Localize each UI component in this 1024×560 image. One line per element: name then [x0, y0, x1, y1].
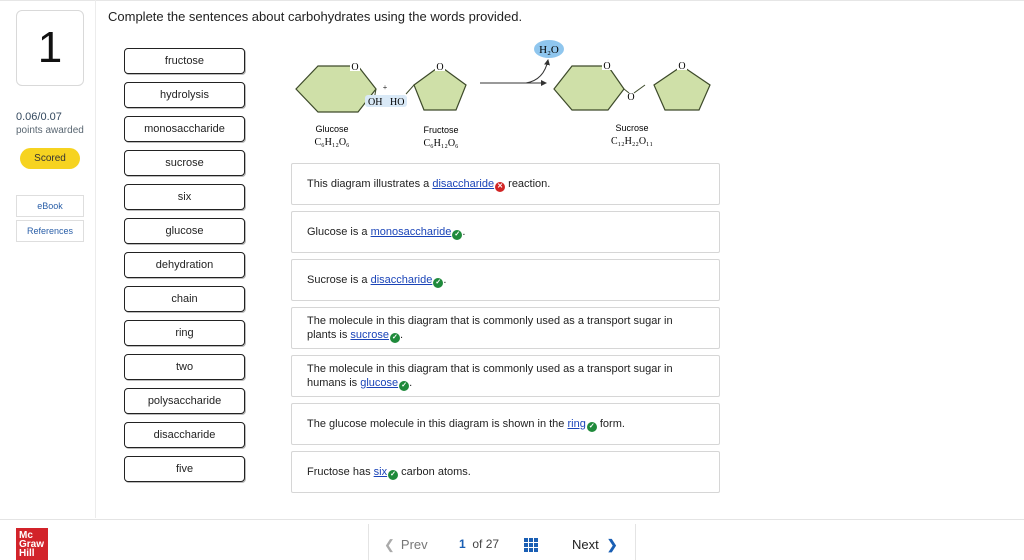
- word-chip[interactable]: sucrose: [124, 150, 245, 176]
- sucrose-formula: C₁₂H₂₂O₁₁: [611, 136, 653, 147]
- water-label: H₂O: [539, 44, 559, 56]
- fructose-name: Fructose: [423, 125, 458, 135]
- word-chip[interactable]: fructose: [124, 48, 245, 74]
- sentence-text: .: [462, 225, 466, 238]
- sentence-dropzone[interactable]: The glucose molecule in this diagram is …: [291, 403, 720, 445]
- word-chip[interactable]: five: [124, 456, 245, 482]
- next-label: Next: [572, 537, 599, 552]
- question-number: 1: [16, 10, 84, 86]
- sentence-text: .: [409, 376, 413, 389]
- page-current: 1: [459, 537, 466, 551]
- sentence-text: reaction.: [505, 177, 551, 190]
- mcgraw-hill-logo: Mc Graw Hill: [16, 528, 48, 560]
- sentence-text: .: [399, 328, 404, 341]
- sucrose-name: Sucrose: [615, 123, 648, 133]
- sidebar-divider: [95, 0, 96, 518]
- glycosidic-oxygen: O: [627, 92, 634, 103]
- word-chip[interactable]: two: [124, 354, 245, 380]
- sentence-dropzone[interactable]: Sucrose is a disaccharide ✓.: [291, 259, 720, 301]
- sentence-text: This diagram illustrates a: [307, 177, 433, 190]
- placed-answer[interactable]: disaccharide: [371, 274, 433, 286]
- word-chip[interactable]: polysaccharide: [124, 388, 245, 414]
- oh-label: OH: [368, 97, 382, 108]
- check-circle-icon: ✓: [586, 421, 597, 432]
- word-chip[interactable]: disaccharide: [124, 422, 245, 448]
- placed-answer[interactable]: monosaccharide: [371, 226, 452, 238]
- sucrose-glucose-ring: [553, 65, 625, 111]
- sentence-text: .: [443, 273, 447, 286]
- sentence-dropzone[interactable]: Glucose is a monosaccharide ✓.: [291, 211, 720, 253]
- placed-answer[interactable]: glucose: [360, 377, 398, 389]
- sucrose-ring-oxygen-1: O: [603, 61, 610, 72]
- x-circle-icon: ✕: [495, 181, 506, 192]
- prev-button[interactable]: ❮ Prev: [384, 537, 428, 553]
- sentence-text: Glucose is a: [307, 225, 371, 238]
- check-circle-icon: ✓: [389, 332, 400, 343]
- sentence-dropzone[interactable]: The molecule in this diagram that is com…: [291, 307, 720, 349]
- top-border: [0, 0, 1024, 1]
- sentence-text: The glucose molecule in this diagram is …: [307, 417, 568, 430]
- ebook-button[interactable]: eBook: [16, 195, 84, 217]
- plus-sign: +: [383, 83, 388, 92]
- check-circle-icon: ✓: [433, 277, 444, 288]
- word-chip[interactable]: ring: [124, 320, 245, 346]
- references-button[interactable]: References: [16, 220, 84, 242]
- sentence-dropzone[interactable]: Fructose has six ✓ carbon atoms.: [291, 451, 720, 493]
- sentence-text: Fructose has: [307, 465, 374, 478]
- page-total: of 27: [472, 537, 500, 551]
- points-awarded-label: points awarded: [16, 125, 84, 136]
- word-chip[interactable]: dehydration: [124, 252, 245, 278]
- word-chip[interactable]: glucose: [124, 218, 245, 244]
- status-badge: Scored: [20, 148, 80, 169]
- glucose-ring: [295, 65, 377, 113]
- score-value: 0.06/0.07: [16, 111, 62, 123]
- sentence-dropzone[interactable]: The molecule in this diagram that is com…: [291, 355, 720, 397]
- fructose-ring-oxygen: O: [436, 62, 443, 73]
- sucrose-ring-oxygen-2: O: [678, 61, 685, 72]
- sentence-text: Sucrose is a: [307, 273, 371, 286]
- word-chip[interactable]: six: [124, 184, 245, 210]
- reaction-diagram: O O OH HO + H₂O O O O Glucose C₆H₁₂O₆ Fr…: [295, 40, 711, 149]
- chevron-left-icon: ❮: [384, 537, 395, 552]
- placed-answer[interactable]: six: [374, 466, 387, 478]
- check-circle-icon: ✓: [452, 229, 463, 240]
- chevron-right-icon: ❯: [606, 537, 618, 552]
- word-chip[interactable]: hydrolysis: [124, 82, 245, 108]
- fructose-formula: C₆H₁₂O₆: [423, 138, 459, 149]
- instructions: Complete the sentences about carbohydrat…: [108, 9, 523, 24]
- ho-label: HO: [390, 97, 404, 108]
- next-button[interactable]: Next ❯: [572, 537, 618, 553]
- water-arrow: [525, 59, 550, 84]
- word-chip[interactable]: monosaccharide: [124, 116, 245, 142]
- glucose-formula: C₆H₁₂O₆: [314, 137, 350, 148]
- glucose-ring-oxygen: O: [351, 62, 358, 73]
- prev-label: Prev: [400, 537, 428, 552]
- check-circle-icon: ✓: [399, 380, 410, 391]
- placed-answer[interactable]: disaccharide: [432, 178, 494, 190]
- page-indicator: 1 of 27: [459, 537, 499, 551]
- sucrose-fructose-ring: [653, 65, 711, 111]
- sentence-dropzone[interactable]: This diagram illustrates a disaccharide ✕…: [291, 163, 720, 205]
- sentence-text: form.: [596, 417, 625, 430]
- placed-answer[interactable]: ring: [567, 418, 585, 430]
- grid-icon[interactable]: [524, 538, 538, 552]
- glucose-name: Glucose: [315, 124, 348, 134]
- sentence-text: carbon atoms.: [398, 465, 471, 478]
- check-circle-icon: ✓: [388, 469, 399, 480]
- placed-answer[interactable]: sucrose: [350, 329, 389, 341]
- word-chip[interactable]: chain: [124, 286, 245, 312]
